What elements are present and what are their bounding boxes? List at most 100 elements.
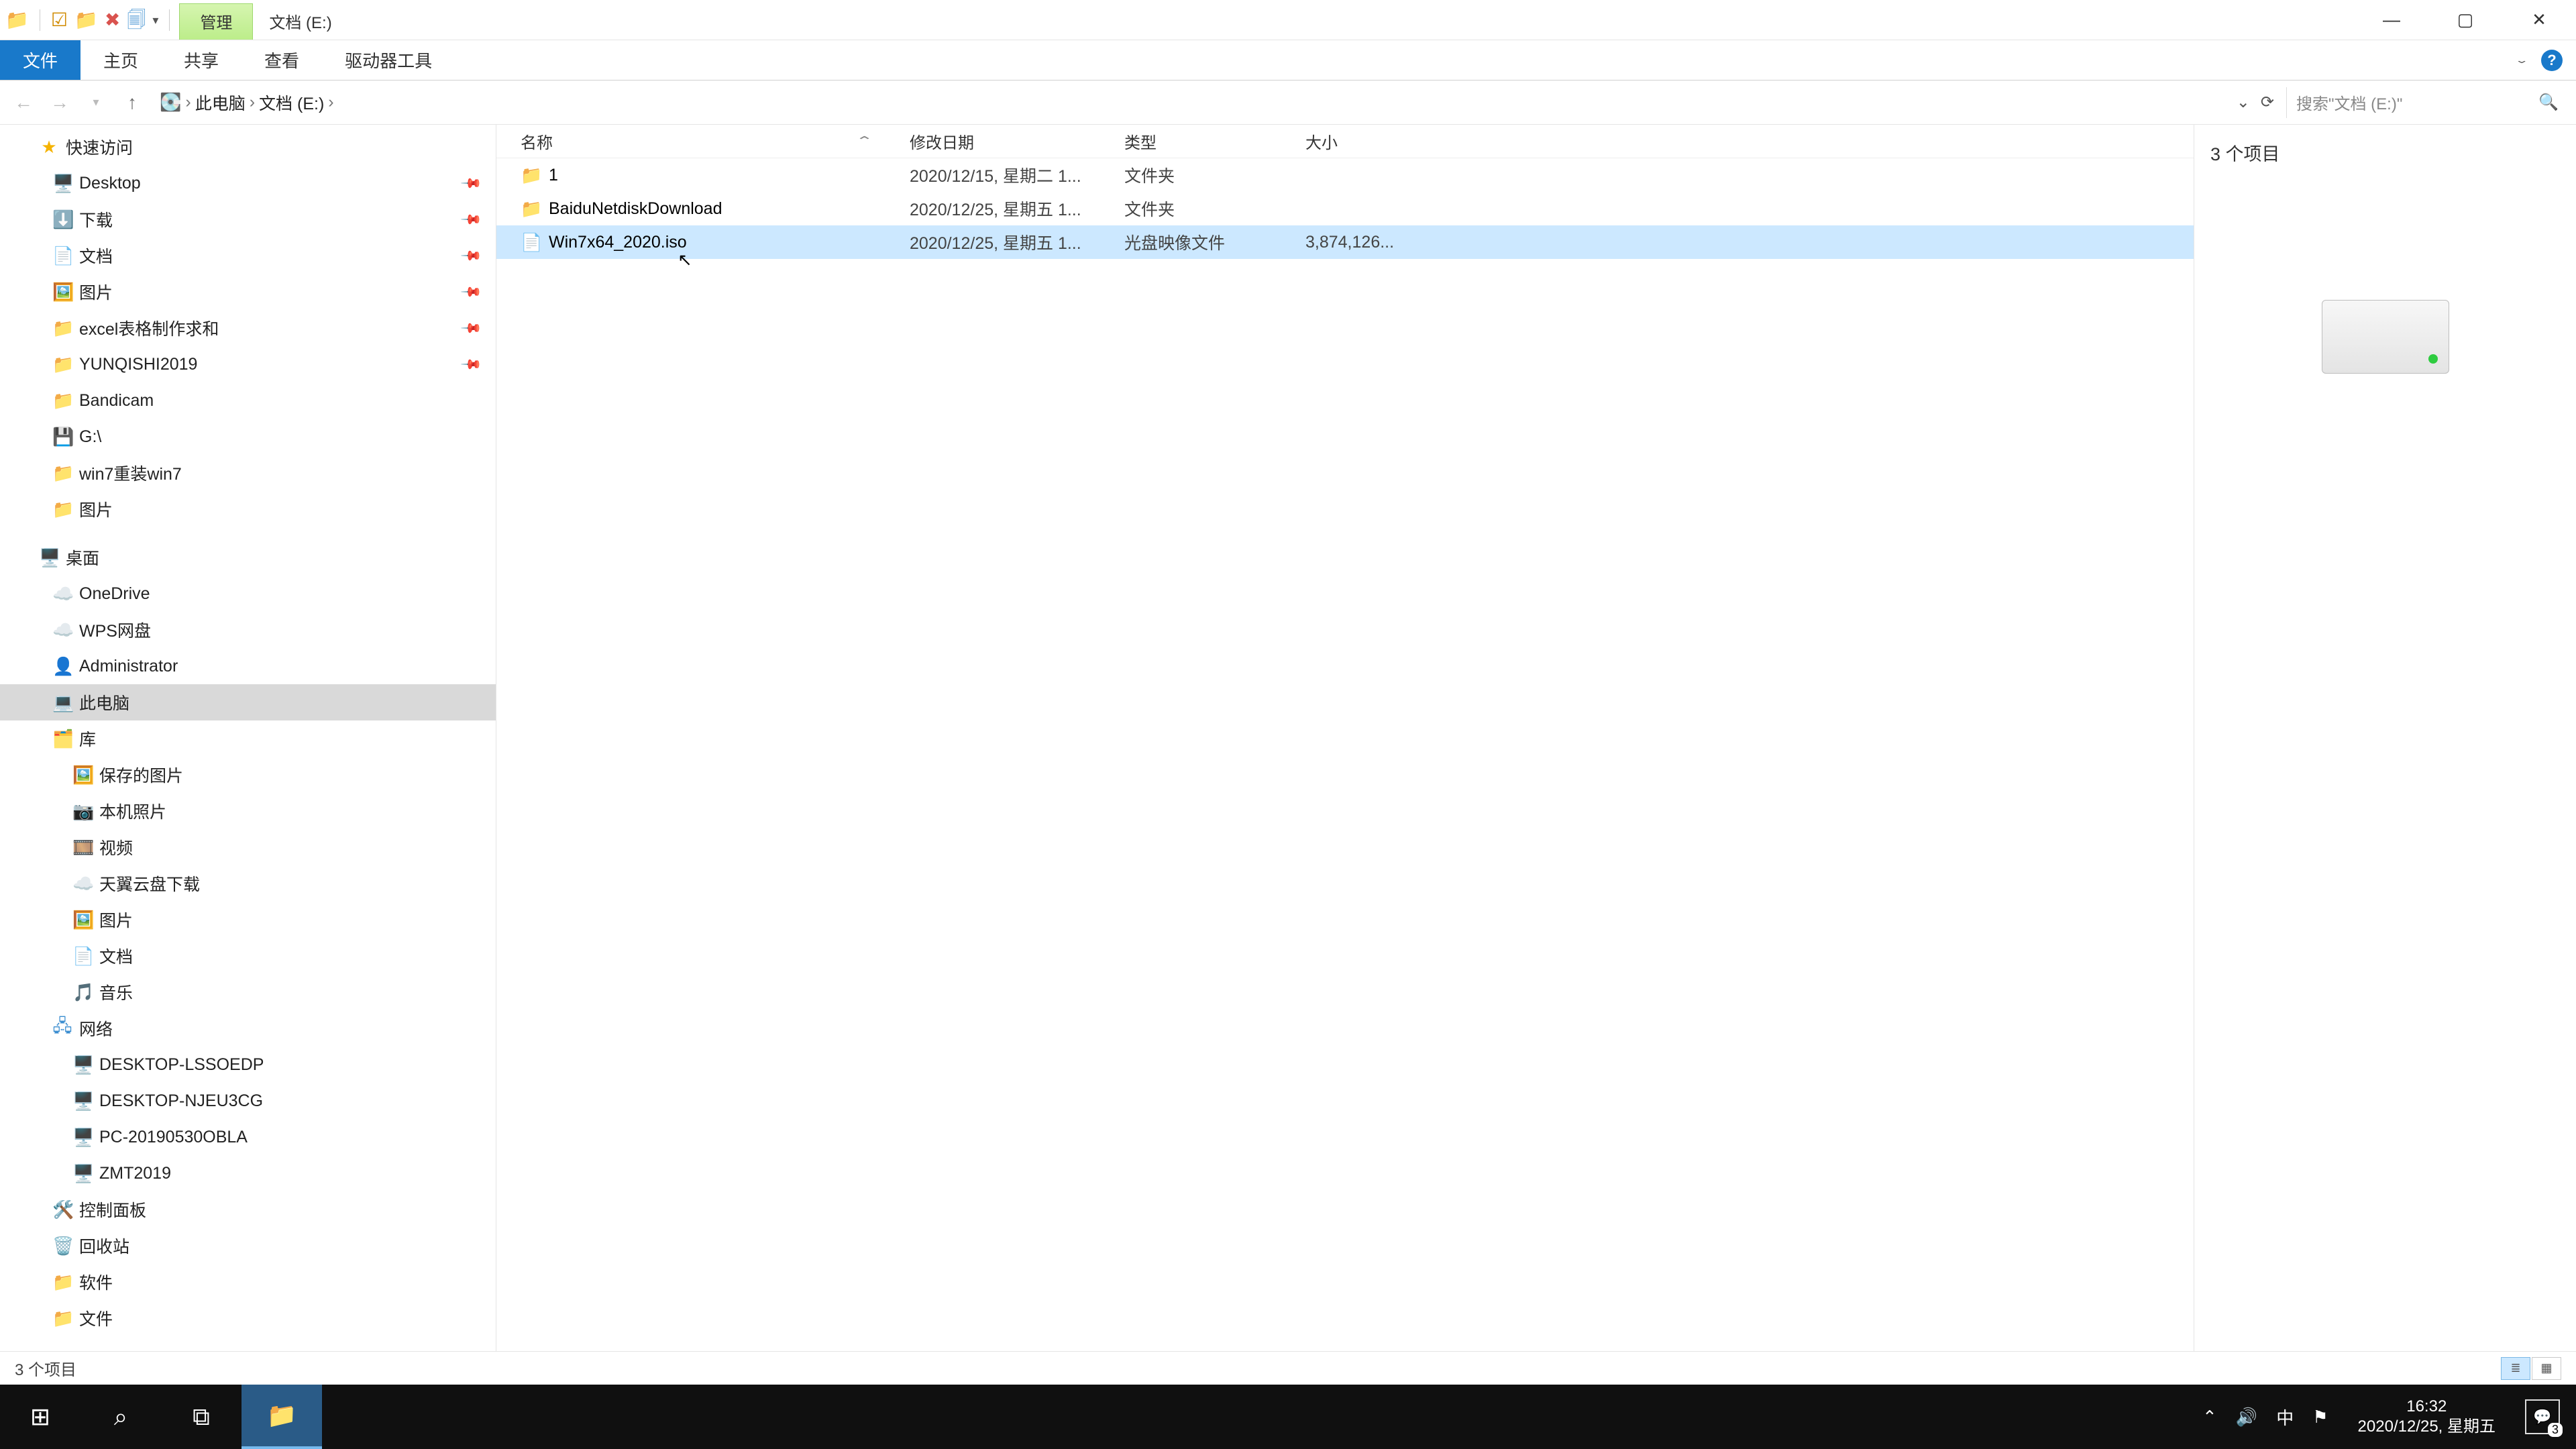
taskbar-clock[interactable]: 16:32 2020/12/25, 星期五 xyxy=(2347,1397,2506,1437)
start-button[interactable]: ⊞ xyxy=(0,1385,80,1449)
tree-library-item[interactable]: ☁️ 天翼云盘下载 xyxy=(0,865,496,902)
contextual-tab-manage[interactable]: 管理 xyxy=(179,3,253,40)
breadcrumb[interactable]: 💽 › 此电脑 › 文档 (E:) › xyxy=(153,91,2224,115)
chevron-right-icon[interactable]: › xyxy=(185,93,191,112)
help-icon[interactable]: ? xyxy=(2541,50,2563,71)
tree-network-item[interactable]: 🖥️ ZMT2019 xyxy=(0,1155,496,1191)
tree-label: YUNQISHI2019 xyxy=(79,355,197,374)
refresh-icon[interactable]: ⟳ xyxy=(2261,93,2274,112)
qat-customize-icon[interactable]: ▾ xyxy=(152,14,158,26)
chevron-right-icon[interactable]: › xyxy=(250,93,255,112)
view-large-icons-button[interactable]: ▦ xyxy=(2532,1357,2561,1380)
ribbon-minimize-icon[interactable]: ⌄ xyxy=(2514,55,2529,66)
tree-onedrive[interactable]: ☁️ OneDrive xyxy=(0,576,496,612)
file-row[interactable]: 📄 Win7x64_2020.iso 2020/12/25, 星期五 1... … xyxy=(496,225,2194,259)
tray-security-icon[interactable]: ⚑ xyxy=(2312,1407,2328,1428)
maximize-button[interactable]: ▢ xyxy=(2428,0,2502,40)
user-icon: 👤 xyxy=(52,656,72,677)
tree-network-item[interactable]: 🖥️ PC-20190530OBLA xyxy=(0,1119,496,1155)
qat-properties-icon[interactable]: ☑ xyxy=(51,11,68,30)
tray-volume-icon[interactable]: 🔊 xyxy=(2236,1407,2257,1428)
tree-library-item[interactable]: 🎵 音乐 xyxy=(0,974,496,1010)
tree-software[interactable]: 📁 软件 xyxy=(0,1264,496,1300)
taskbar-explorer[interactable]: 📁 xyxy=(241,1385,322,1449)
breadcrumb-drive[interactable]: 文档 (E:) xyxy=(259,91,324,115)
tree-control-panel[interactable]: 🛠️ 控制面板 xyxy=(0,1191,496,1228)
view-details-button[interactable]: ≣ xyxy=(2501,1357,2530,1380)
tab-home[interactable]: 主页 xyxy=(80,40,161,80)
preview-pane: 3 个项目 xyxy=(2194,125,2576,1351)
column-type[interactable]: 类型 xyxy=(1124,129,1305,153)
tree-desktop[interactable]: 🖥️ 桌面 xyxy=(0,539,496,576)
chevron-right-icon[interactable]: › xyxy=(328,93,333,112)
tree-quick-item[interactable]: 📄 文档 📌 xyxy=(0,237,496,274)
nav-forward-button[interactable]: → xyxy=(44,87,75,118)
tray-ime-indicator[interactable]: 中 xyxy=(2276,1405,2294,1430)
qat-delete-icon[interactable]: ✖ xyxy=(105,11,120,30)
nav-up-button[interactable]: ↑ xyxy=(117,87,148,118)
breadcrumb-this-pc[interactable]: 此电脑 xyxy=(195,91,246,115)
computer-icon: 🖥️ xyxy=(72,1163,93,1184)
column-headers: 名称 ⌃ 修改日期 类型 大小 xyxy=(496,125,2194,158)
tree-libraries[interactable]: 🗂️ 库 xyxy=(0,720,496,757)
tree-quick-item[interactable]: ⬇️ 下载 📌 xyxy=(0,201,496,237)
tree-label: 图片 xyxy=(79,280,113,304)
tree-network-item[interactable]: 🖥️ DESKTOP-LSSOEDP xyxy=(0,1046,496,1083)
qat-undo-icon[interactable]: 🗐 xyxy=(127,11,146,30)
tree-administrator[interactable]: 👤 Administrator xyxy=(0,648,496,684)
close-button[interactable]: ✕ xyxy=(2502,0,2576,40)
file-size: 3,874,126... xyxy=(1305,233,1419,252)
address-dropdown-icon[interactable]: ⌄ xyxy=(2237,93,2250,112)
file-row[interactable]: 📁 BaiduNetdiskDownload 2020/12/25, 星期五 1… xyxy=(496,192,2194,225)
tree-quick-access[interactable]: ★ 快速访问 xyxy=(0,129,496,165)
nav-back-button[interactable]: ← xyxy=(8,87,39,118)
tree-quick-item[interactable]: 🖥️ Desktop 📌 xyxy=(0,165,496,201)
qat-new-folder-icon[interactable]: 📁 xyxy=(74,11,98,30)
tree-quick-item[interactable]: 💾 G:\ xyxy=(0,419,496,455)
tree-quick-item[interactable]: 📁 win7重装win7 xyxy=(0,455,496,491)
search-input[interactable]: 搜索"文档 (E:)" 🔍 xyxy=(2286,87,2568,118)
search-icon[interactable]: 🔍 xyxy=(2538,93,2559,112)
pin-icon: 📌 xyxy=(460,316,483,339)
taskbar-search-button[interactable]: ⌕ xyxy=(80,1385,161,1449)
tab-drive-tools[interactable]: 驱动器工具 xyxy=(322,40,455,80)
control-panel-icon: 🛠️ xyxy=(52,1199,72,1220)
tab-view[interactable]: 查看 xyxy=(241,40,322,80)
action-center-button[interactable]: 💬3 xyxy=(2525,1399,2560,1434)
drive-thumbnail xyxy=(2322,300,2449,374)
column-size[interactable]: 大小 xyxy=(1305,129,1419,153)
minimize-button[interactable]: — xyxy=(2355,0,2428,40)
folder-icon: 📁 xyxy=(52,1272,72,1293)
tree-quick-item[interactable]: 📁 Bandicam xyxy=(0,382,496,419)
tray-overflow-icon[interactable]: ⌃ xyxy=(2202,1407,2217,1428)
tree-wps[interactable]: ☁️ WPS网盘 xyxy=(0,612,496,648)
tree-recycle-bin[interactable]: 🗑️ 回收站 xyxy=(0,1228,496,1264)
tree-quick-item[interactable]: 📁 图片 xyxy=(0,491,496,527)
tree-library-item[interactable]: 🎞️ 视频 xyxy=(0,829,496,865)
tab-share[interactable]: 共享 xyxy=(161,40,241,80)
tree-library-item[interactable]: 📷 本机照片 xyxy=(0,793,496,829)
tree-quick-item[interactable]: 🖼️ 图片 📌 xyxy=(0,274,496,310)
tree-this-pc[interactable]: 💻 此电脑 xyxy=(0,684,496,720)
column-name[interactable]: 名称 ⌃ xyxy=(521,129,910,153)
tree-library-item[interactable]: 📄 文档 xyxy=(0,938,496,974)
tree-library-item[interactable]: 🖼️ 保存的图片 xyxy=(0,757,496,793)
tree-label: 下载 xyxy=(79,207,113,231)
file-row[interactable]: 📁 1 2020/12/15, 星期二 1... 文件夹 xyxy=(496,158,2194,192)
tree-label: 回收站 xyxy=(79,1234,129,1258)
tree-network[interactable]: 🖧 网络 xyxy=(0,1010,496,1046)
tree-files[interactable]: 📁 文件 xyxy=(0,1300,496,1336)
tree-quick-item[interactable]: 📁 YUNQISHI2019 📌 xyxy=(0,346,496,382)
tree-library-item[interactable]: 🖼️ 图片 xyxy=(0,902,496,938)
nav-recent-dropdown[interactable]: ▾ xyxy=(80,87,111,118)
column-date[interactable]: 修改日期 xyxy=(910,129,1124,153)
tab-file[interactable]: 文件 xyxy=(0,40,80,80)
tree-network-item[interactable]: 🖥️ DESKTOP-NJEU3CG xyxy=(0,1083,496,1119)
system-tray: ⌃ 🔊 中 ⚑ 16:32 2020/12/25, 星期五 💬3 xyxy=(2194,1397,2576,1437)
tree-label: OneDrive xyxy=(79,584,150,604)
navigation-pane[interactable]: ★ 快速访问 🖥️ Desktop 📌⬇️ 下载 📌📄 文档 📌🖼️ 图片 📌📁 xyxy=(0,125,496,1351)
task-view-button[interactable]: ⧉ xyxy=(161,1385,241,1449)
tree-quick-item[interactable]: 📁 excel表格制作求和 📌 xyxy=(0,310,496,346)
titlebar: 📁 ☑ 📁 ✖ 🗐 ▾ 管理 文档 (E:) — ▢ ✕ xyxy=(0,0,2576,40)
computer-icon: 🖥️ xyxy=(72,1055,93,1075)
